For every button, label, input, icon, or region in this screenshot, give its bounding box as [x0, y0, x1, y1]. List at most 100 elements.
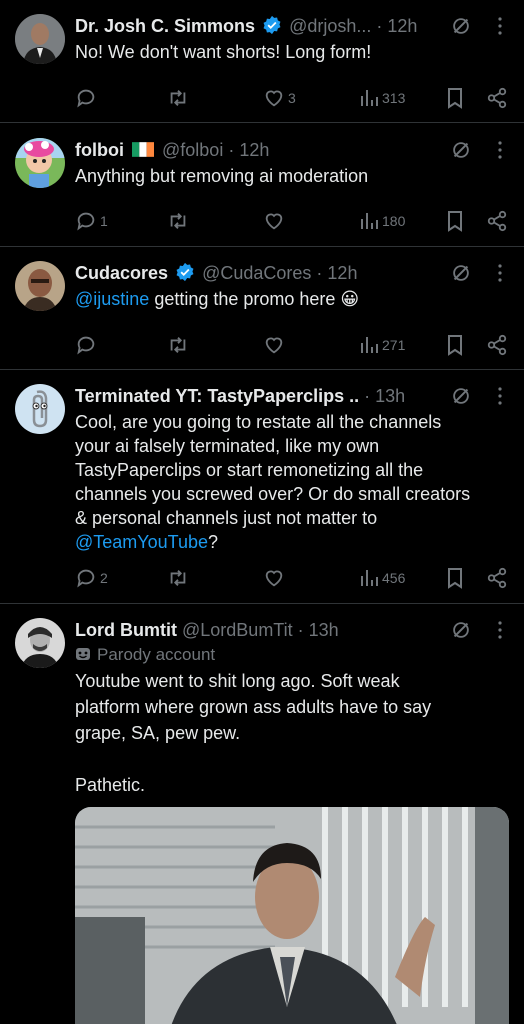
more-icon[interactable] [494, 262, 506, 284]
tweet[interactable]: Cudacores @CudaCores · 12h @ijustine get… [0, 247, 524, 370]
reply-button[interactable]: 1 [75, 209, 108, 233]
bookmark-icon [448, 88, 462, 109]
views-button[interactable]: 456 [359, 566, 405, 590]
mention-link[interactable]: @ijustine [75, 289, 149, 309]
grok-icon[interactable] [450, 262, 472, 284]
reply-icon [77, 212, 95, 231]
parody-label: Parody account [75, 644, 215, 666]
avatar[interactable] [15, 384, 65, 434]
share-icon [487, 210, 507, 232]
retweet-button[interactable] [167, 209, 192, 233]
display-name[interactable]: Cudacores [75, 263, 168, 283]
reply-button[interactable] [75, 86, 100, 110]
parody-mask-icon [76, 648, 90, 660]
views-button[interactable]: 180 [359, 209, 405, 233]
verified-badge-icon [176, 262, 194, 282]
reply-button[interactable]: 2 [75, 566, 108, 590]
share-button[interactable] [486, 566, 508, 590]
like-button[interactable] [263, 209, 288, 233]
display-name[interactable]: Lord Bumtit [75, 620, 177, 640]
grok-icon[interactable] [450, 139, 472, 161]
grok-icon[interactable] [450, 619, 472, 641]
bookmark-button[interactable] [445, 566, 465, 590]
heart-icon [265, 90, 283, 107]
tweet-text: Anything but removing ai moderation [75, 166, 369, 186]
avatar[interactable] [15, 14, 65, 64]
share-button[interactable] [486, 333, 508, 357]
views-icon [361, 570, 378, 586]
retweet-icon [170, 213, 186, 229]
timestamp[interactable]: 12h [387, 16, 417, 36]
reply-button[interactable] [75, 333, 100, 357]
handle[interactable]: @LordBumTit [182, 620, 293, 640]
avatar[interactable] [15, 618, 65, 668]
like-button[interactable] [263, 333, 288, 357]
reply-icon [77, 569, 95, 588]
tweet[interactable]: folboi @folboi · 12h Anything but removi… [0, 123, 524, 247]
timestamp[interactable]: 12h [239, 140, 269, 160]
views-icon [361, 213, 378, 229]
verified-badge-icon [263, 15, 281, 35]
reply-icon [77, 336, 95, 355]
tweet-header: Cudacores @CudaCores · 12h [75, 262, 358, 283]
heart-icon [265, 213, 283, 230]
tweet-header: Lord Bumtit @LordBumTit · 13h [75, 620, 339, 640]
retweet-button[interactable] [167, 86, 192, 110]
action-bar: 2 456 [75, 566, 510, 590]
like-button[interactable] [263, 566, 288, 590]
ireland-flag-icon [132, 142, 154, 157]
more-icon[interactable] [494, 385, 506, 407]
retweet-button[interactable] [167, 566, 192, 590]
share-icon [487, 334, 507, 356]
media-image[interactable] [75, 807, 509, 1024]
timestamp[interactable]: 13h [309, 620, 339, 640]
views-icon [361, 337, 378, 353]
tweet-text: Cool, are you going to restate all the c… [75, 412, 471, 552]
display-name[interactable]: folboi [75, 140, 124, 160]
heart-icon [265, 337, 283, 354]
heart-icon [265, 570, 283, 587]
more-icon[interactable] [494, 139, 506, 161]
bookmark-button[interactable] [445, 209, 465, 233]
retweet-button[interactable] [167, 333, 192, 357]
like-button[interactable]: 3 [263, 86, 296, 110]
bookmark-icon [448, 335, 462, 356]
share-icon [487, 567, 507, 589]
action-bar: 3 313 [75, 86, 510, 110]
tweet-header: Terminated YT: TastyPaperclips .. · 13h [75, 386, 406, 406]
tweet-text: @ijustine getting the promo here 😀 [75, 289, 360, 309]
views-button[interactable]: 313 [359, 86, 405, 110]
more-icon[interactable] [494, 15, 506, 37]
share-icon [487, 87, 507, 109]
avatar[interactable] [15, 261, 65, 311]
avatar[interactable] [15, 138, 65, 188]
retweet-icon [170, 90, 186, 106]
tweet-text: Youtube went to shit long ago. Soft weak… [75, 671, 432, 795]
action-bar: 1 180 [75, 209, 510, 233]
bookmark-button[interactable] [445, 86, 465, 110]
handle[interactable]: @folboi [162, 140, 223, 160]
tweet-header: folboi @folboi · 12h [75, 140, 270, 160]
mention-link[interactable]: @TeamYouTube [75, 532, 208, 552]
views-button[interactable]: 271 [359, 333, 405, 357]
tweet[interactable]: Terminated YT: TastyPaperclips .. · 13h … [0, 370, 524, 604]
handle[interactable]: @drjosh... [289, 16, 371, 36]
action-bar: 271 [75, 333, 510, 357]
grok-icon[interactable] [450, 15, 472, 37]
display-name[interactable]: Terminated YT: TastyPaperclips .. [75, 386, 359, 406]
handle[interactable]: @CudaCores [202, 263, 311, 283]
share-button[interactable] [486, 209, 508, 233]
views-icon [361, 90, 378, 106]
reply-icon [77, 89, 95, 108]
more-icon[interactable] [494, 619, 506, 641]
tweet-text: No! We don't want shorts! Long form! [75, 42, 372, 62]
display-name[interactable]: Dr. Josh C. Simmons [75, 16, 255, 36]
bookmark-icon [448, 211, 462, 232]
bookmark-button[interactable] [445, 333, 465, 357]
grok-icon[interactable] [450, 385, 472, 407]
timestamp[interactable]: 13h [375, 386, 405, 406]
share-button[interactable] [486, 86, 508, 110]
timestamp[interactable]: 12h [327, 263, 357, 283]
tweet[interactable]: Dr. Josh C. Simmons @drjosh... · 12h No!… [0, 0, 524, 123]
retweet-icon [170, 570, 186, 586]
